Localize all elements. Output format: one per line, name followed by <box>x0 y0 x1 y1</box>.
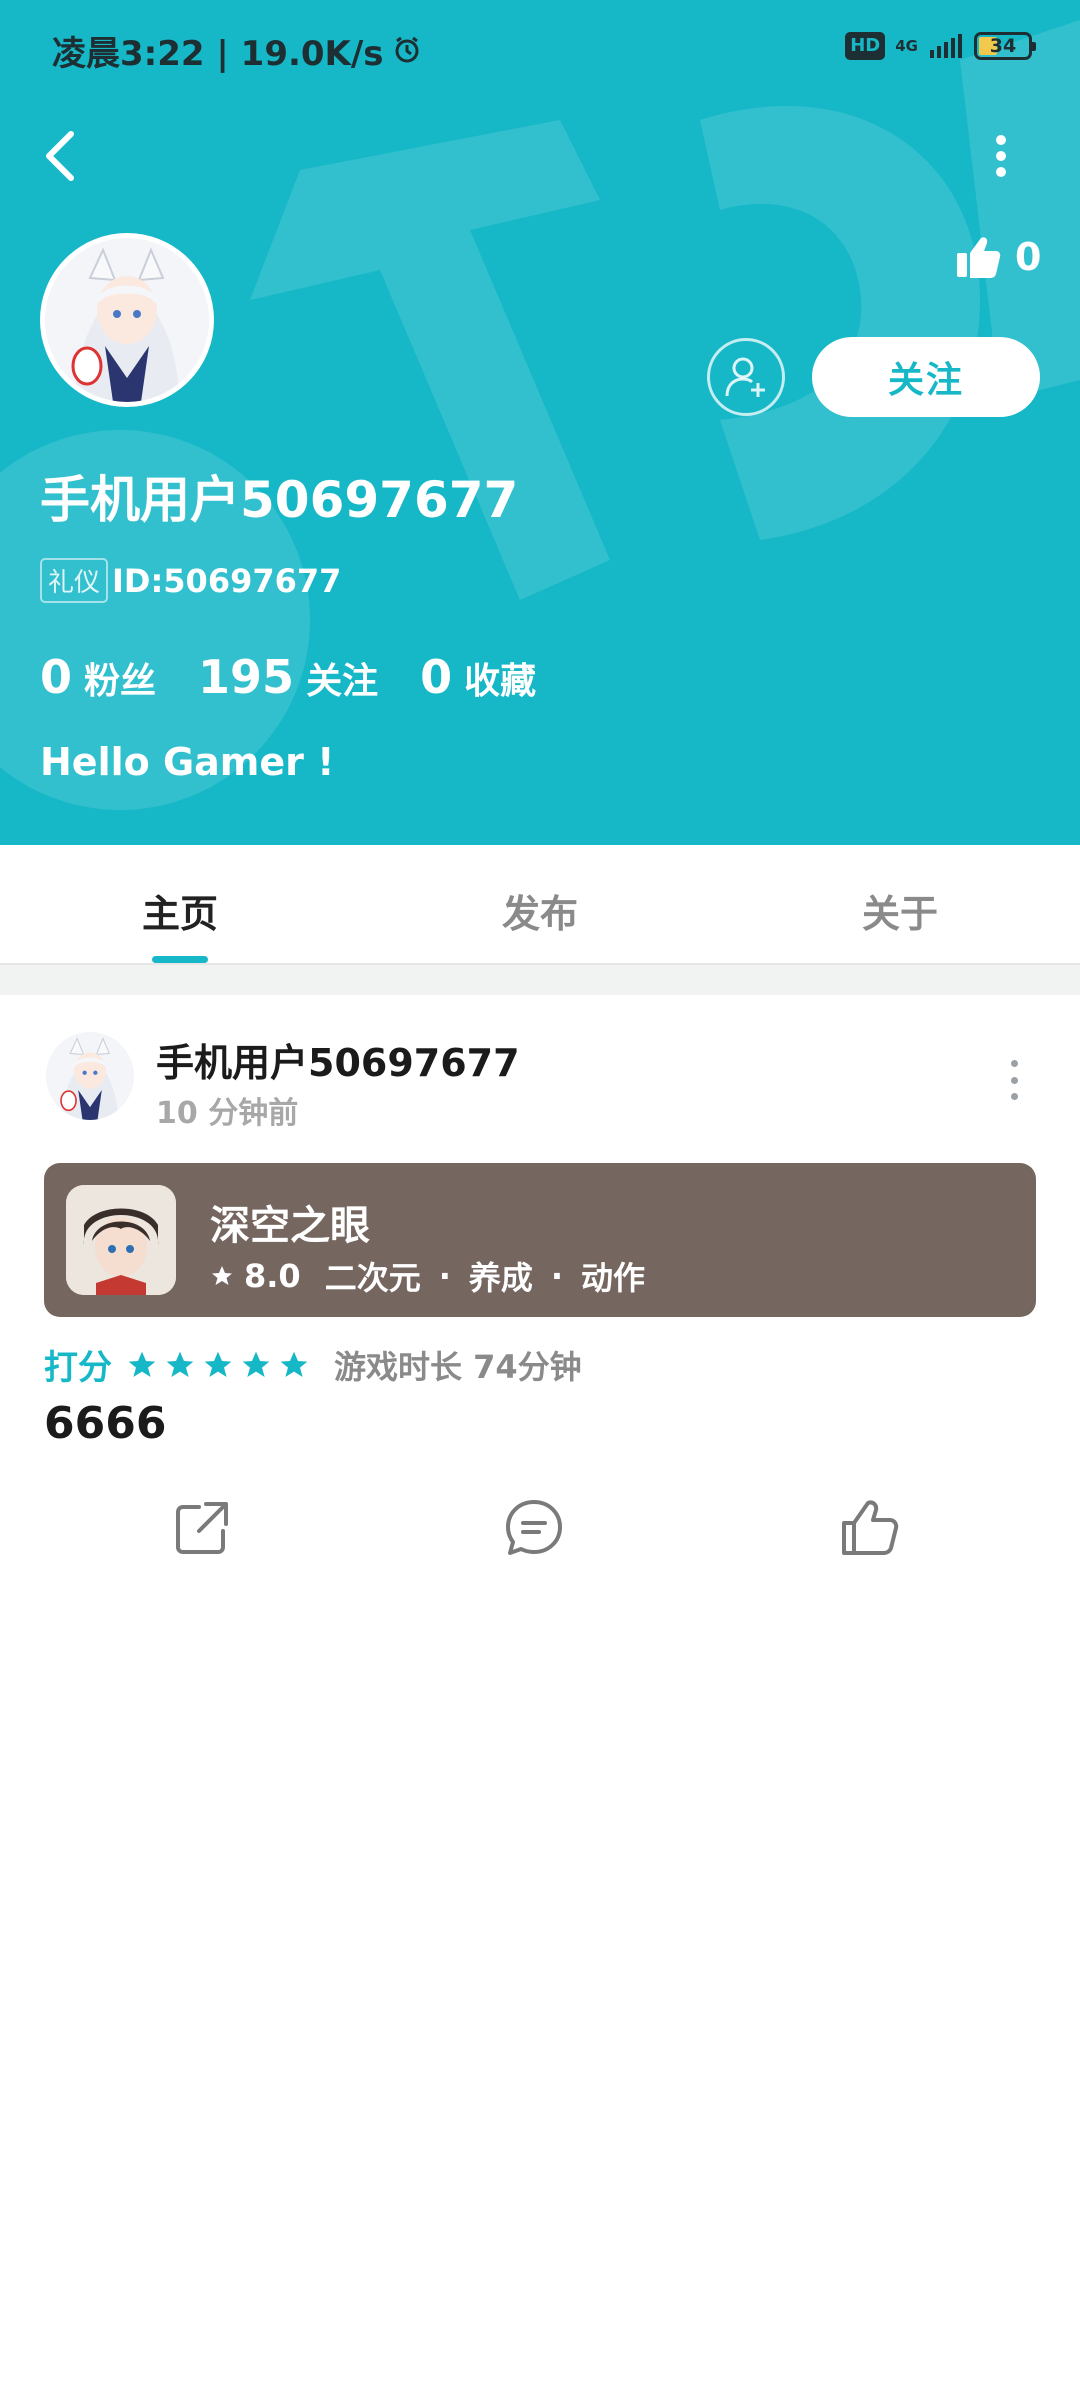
tab-about[interactable]: 关于 <box>720 845 1080 963</box>
user-id-row: 礼仪 ID:50697677 <box>40 558 341 603</box>
watermark-logo <box>0 20 1080 810</box>
avatar-illustration <box>46 1032 134 1120</box>
star-icon <box>212 1266 232 1285</box>
tag-separator: · <box>438 1257 451 1295</box>
more-vertical-icon <box>996 135 1006 177</box>
tab-posts[interactable]: 发布 <box>360 845 720 963</box>
post-time: 10 分钟前 <box>156 1096 299 1131</box>
rating-label: 打分 <box>44 1348 112 1388</box>
rating-star-icon <box>128 1351 156 1377</box>
playtime: 游戏时长 74分钟 <box>334 1347 582 1386</box>
game-cover-art <box>66 1185 176 1295</box>
profile-tabs: 主页 发布 关于 <box>0 845 1080 965</box>
like-count: 0 <box>1015 235 1042 279</box>
rating-star-icon <box>242 1351 270 1377</box>
game-title: 深空之眼 <box>210 1203 370 1249</box>
stat-label: 收藏 <box>464 661 537 702</box>
add-friend-button[interactable] <box>707 338 785 416</box>
post-author-avatar[interactable] <box>46 1032 134 1120</box>
section-divider <box>0 965 1080 995</box>
stat-following[interactable]: 195 关注 <box>198 650 378 704</box>
tag-separator: · <box>550 1257 564 1295</box>
game-score: 8.0 <box>244 1257 301 1295</box>
stat-value: 0 <box>420 650 453 704</box>
status-bar: 凌晨3:22 | 19.0K/s HD 4G 34 <box>52 22 1036 78</box>
post-actions <box>0 1496 1080 1566</box>
profile-bio: Hello Gamer ! <box>40 740 335 784</box>
profile-username: 手机用户50697677 <box>40 471 519 529</box>
share-icon <box>176 1502 228 1554</box>
alarm-icon <box>392 35 422 65</box>
rating-star-icon <box>204 1351 232 1377</box>
etiquette-badge[interactable]: 礼仪 <box>40 558 109 603</box>
share-button[interactable] <box>170 1496 234 1560</box>
follow-button[interactable]: 关注 <box>812 337 1040 417</box>
profile-like-counter[interactable]: 0 <box>955 235 1041 279</box>
avatar-illustration <box>45 238 209 402</box>
game-card[interactable]: 深空之眼 8.0 二次元 · 养成 · 动作 <box>44 1163 1036 1317</box>
signal-icon <box>928 33 964 59</box>
profile-header: 凌晨3:22 | 19.0K/s HD 4G 34 0 关注 手机用户50697… <box>0 0 1080 845</box>
network-label: 4G <box>895 37 918 55</box>
rating-row: 打分 游戏时长 74分钟 <box>44 1340 582 1389</box>
back-button[interactable] <box>38 126 82 186</box>
stat-label: 关注 <box>306 661 379 702</box>
game-tag: 二次元 <box>324 1259 421 1297</box>
comment-button[interactable] <box>502 1496 566 1560</box>
like-button[interactable] <box>838 1496 902 1560</box>
post-more-button[interactable] <box>1006 1060 1022 1100</box>
stat-favorites[interactable]: 0 收藏 <box>420 650 536 704</box>
profile-stats: 0 粉丝 195 关注 0 收藏 <box>40 650 578 704</box>
comment-icon <box>506 1500 562 1555</box>
user-plus-icon <box>725 357 765 397</box>
rating-stars <box>126 1349 310 1381</box>
stat-fans[interactable]: 0 粉丝 <box>40 650 156 704</box>
status-time-speed: 凌晨3:22 | 19.0K/s <box>52 33 384 74</box>
rating-star-icon <box>166 1351 194 1377</box>
rating-star-icon <box>280 1351 308 1377</box>
game-meta: 8.0 二次元 · 养成 · 动作 <box>210 1253 645 1299</box>
thumbs-up-icon <box>957 237 1001 278</box>
thumbs-up-icon <box>842 1500 899 1555</box>
battery-level: 34 <box>989 35 1017 57</box>
hd-icon: HD <box>845 32 886 60</box>
profile-avatar[interactable] <box>40 233 214 407</box>
tab-home[interactable]: 主页 <box>0 845 360 963</box>
game-tag: 养成 <box>468 1259 533 1297</box>
stat-value: 195 <box>198 650 295 704</box>
chevron-left-icon <box>46 131 74 181</box>
stat-label: 粉丝 <box>84 661 157 702</box>
game-icon <box>66 1185 176 1295</box>
battery-icon: 34 <box>974 32 1036 60</box>
more-menu-button[interactable] <box>986 126 1016 186</box>
stat-value: 0 <box>40 650 73 704</box>
post-text: 6666 <box>44 1398 167 1449</box>
game-tag: 动作 <box>581 1259 646 1297</box>
post-author-name[interactable]: 手机用户50697677 <box>156 1032 520 1087</box>
user-id: ID:50697677 <box>112 561 342 600</box>
